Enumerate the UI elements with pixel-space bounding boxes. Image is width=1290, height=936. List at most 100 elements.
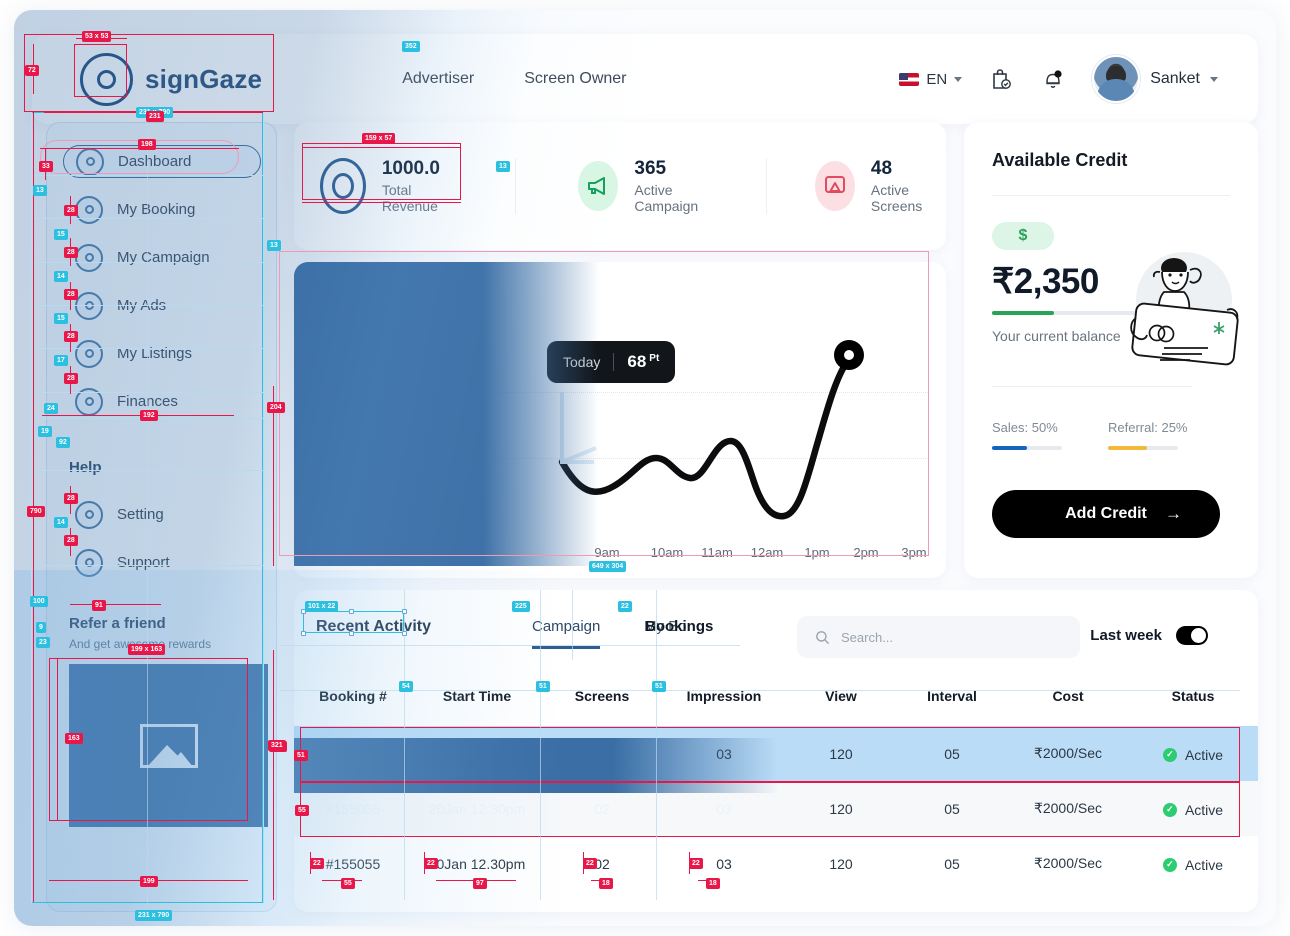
screen-icon (814, 161, 855, 211)
sidebar-item-setting[interactable]: Setting (63, 498, 260, 531)
activity-header: Recent Activity Campaign My Bo Bookings … (294, 590, 1258, 674)
column-view: View (825, 688, 857, 704)
arrow-right-icon: → (1165, 504, 1182, 523)
available-credit-card: Available Credit $ ₹2,350 Your current b… (964, 122, 1258, 578)
chart-plot-area (558, 354, 854, 520)
cell-screens: 02 (542, 781, 662, 836)
sidebar: Dashboard My Booking My Campaign My Ads … (46, 122, 277, 912)
add-credit-label: Add Credit (1065, 505, 1147, 522)
x-tick: 2pm (853, 545, 879, 560)
sidebar-item-support[interactable]: Support (63, 546, 260, 579)
gear-icon (75, 500, 103, 529)
sidebar-item-my-listings[interactable]: My Listings (63, 337, 260, 370)
sidebar-item-label: Support (117, 554, 170, 571)
column-interval: Interval (927, 688, 977, 704)
chevron-down-icon (1210, 76, 1218, 82)
status-badge: Active (1184, 801, 1224, 818)
sidebar-section-help: Help (69, 459, 102, 476)
booking-icon (75, 195, 103, 224)
cell-screens: 02 (542, 836, 662, 891)
header-actions: EN Sanket (899, 55, 1218, 103)
refer-title: Refer a friend (69, 615, 166, 632)
cell-booking: #155055 (294, 726, 412, 781)
chart-x-axis: 9am 10am 11am 12am 1pm 2pm 3pm (294, 545, 946, 560)
top-navigation-bar: signGaze Advertiser Screen Owner EN Sank… (32, 34, 1258, 124)
sidebar-item-label: My Ads (117, 297, 167, 314)
column-booking: Booking # (319, 688, 387, 704)
search-icon (816, 630, 830, 644)
cell-status: ✓ Active (1128, 726, 1258, 781)
cell-impression: 03 (662, 726, 786, 781)
x-tick: 11am (701, 545, 733, 560)
revenue-ring-icon (320, 158, 366, 214)
cell-view: 120 (786, 836, 896, 891)
add-credit-button[interactable]: Add Credit → (992, 490, 1220, 538)
cell-view: 120 (786, 781, 896, 836)
column-status: Status (1171, 688, 1215, 704)
listings-icon (75, 339, 103, 368)
search-input[interactable]: Search... (797, 616, 1080, 658)
cell-interval: 05 (896, 726, 1008, 781)
tooltip-unit: Pt (649, 352, 660, 364)
nav-link-screen-owner[interactable]: Screen Owner (524, 70, 626, 88)
cell-cost: ₹2000/Sec (1008, 781, 1128, 836)
period-filter: Last week (1090, 626, 1208, 645)
column-screens: Screens (574, 688, 630, 704)
logo-ring-icon (80, 52, 133, 106)
cell-start-time: 20Jan 12.30pm (412, 726, 542, 781)
period-filter-label: Last week (1090, 627, 1162, 644)
support-icon (75, 548, 103, 577)
cell-interval: 05 (896, 836, 1008, 891)
sidebar-item-label: Finances (117, 393, 178, 410)
refer-subtitle: And get awesome rewards (69, 637, 212, 651)
notification-bell-icon[interactable] (1040, 65, 1066, 93)
table-header-row: Booking # Start Time Screens Impression … (294, 674, 1258, 726)
app-window: signGaze Advertiser Screen Owner EN Sank… (14, 10, 1276, 926)
language-label: EN (926, 70, 948, 88)
chart-tooltip: Today 68 Pt (547, 341, 676, 383)
sidebar-item-my-campaign[interactable]: My Campaign (63, 241, 260, 274)
chart-endpoint-marker (834, 340, 864, 370)
metric-progress (992, 446, 1062, 450)
metric-label: Sales: 50% (992, 420, 1058, 435)
refer-banner-image (69, 664, 268, 827)
table-row[interactable]: #155055 20Jan 12.30pm 02 03 120 05 ₹2000… (294, 836, 1258, 891)
period-toggle[interactable] (1176, 626, 1208, 645)
language-selector[interactable]: EN (899, 70, 963, 88)
refer-a-friend-card[interactable]: Refer a friend And get awesome rewards (69, 615, 268, 827)
sidebar-item-label: My Booking (117, 201, 196, 218)
x-tick: 12am (750, 545, 784, 560)
nav-link-advertiser[interactable]: Advertiser (402, 70, 474, 88)
traffic-line-chart[interactable]: Today 68 Pt 9am 10am 11am 12am 1pm 2pm 3… (294, 262, 946, 578)
table-row[interactable]: #155055 20Jan 12.30pm 02 03 120 05 ₹2000… (294, 726, 1258, 781)
cell-booking: #155055 (294, 836, 412, 891)
shopping-bag-check-icon[interactable] (988, 65, 1014, 93)
brand-logo[interactable]: signGaze (80, 52, 263, 106)
table-row[interactable]: #155055 20Jan 12.30pm 02 03 120 05 ₹2000… (294, 781, 1258, 836)
column-impression: Impression (686, 688, 762, 704)
user-menu[interactable]: Sanket (1092, 55, 1218, 103)
credit-illustration (1130, 252, 1239, 366)
x-tick: 9am (594, 545, 620, 560)
sidebar-item-my-booking[interactable]: My Booking (63, 193, 260, 226)
tab-campaign[interactable]: Campaign (532, 618, 601, 649)
status-badge: Active (1184, 856, 1224, 873)
cell-interval: 05 (896, 781, 1008, 836)
currency-badge: $ (992, 222, 1054, 250)
metric-label: Referral: 25% (1108, 420, 1188, 435)
activity-title: Recent Activity (316, 618, 431, 635)
x-tick: 10am (650, 545, 684, 560)
sidebar-item-my-ads[interactable]: My Ads (63, 289, 260, 322)
stat-label: Active Campaign (634, 182, 699, 214)
stat-active-screens: 48 Active Screens (765, 158, 946, 214)
chevron-down-icon (954, 76, 963, 82)
cell-start-time: 20Jan 12.30pm (412, 781, 542, 836)
x-tick: 1pm (804, 545, 830, 560)
brand-name: signGaze (145, 63, 263, 94)
sidebar-item-finances[interactable]: Finances (63, 385, 260, 418)
sidebar-item-dashboard[interactable]: Dashboard (63, 145, 261, 178)
summary-stats-card: 1000.0 Total Revenue 365 Active Campaign (294, 122, 946, 250)
tab-bookings[interactable]: Bookings (645, 618, 713, 635)
cell-status: ✓ Active (1128, 781, 1258, 836)
sidebar-item-label: My Listings (117, 345, 193, 362)
